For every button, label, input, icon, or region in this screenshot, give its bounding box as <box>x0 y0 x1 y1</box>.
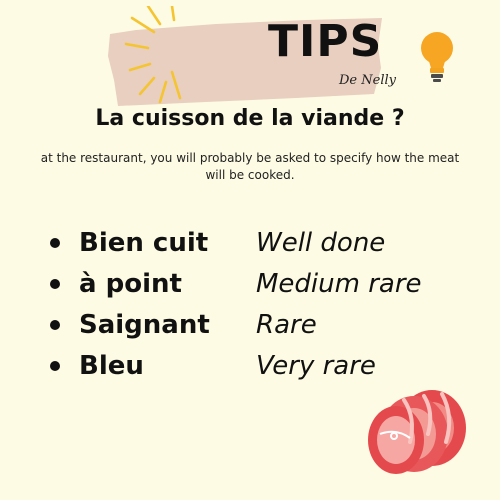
page-heading: La cuisson de la viande ? <box>95 106 405 131</box>
light-bulb-icon <box>421 32 453 82</box>
bullet <box>50 319 60 330</box>
list-item: Bleu Very rare <box>50 345 422 386</box>
english-translation: Medium rare <box>256 268 422 299</box>
bullet <box>50 360 60 371</box>
meat-roast-icon <box>368 390 466 474</box>
english-translation: Rare <box>256 309 317 340</box>
tips-title: TIPS <box>268 16 383 67</box>
bullet <box>50 237 60 248</box>
english-translation: Well done <box>256 227 386 258</box>
tips-banner: TIPS De Nelly <box>96 6 453 110</box>
vocabulary-list: Bien cuit Well done à point Medium rare … <box>50 222 422 386</box>
french-term: Bien cuit <box>79 227 209 258</box>
intro-text: at the restaurant, you will probably be … <box>40 151 460 182</box>
list-item: à point Medium rare <box>50 263 422 304</box>
bullet <box>50 278 60 289</box>
english-translation: Very rare <box>256 350 376 381</box>
tips-author: De Nelly <box>339 73 396 88</box>
list-item: Bien cuit Well done <box>50 222 422 263</box>
french-term: Saignant <box>79 309 210 340</box>
list-item: Saignant Rare <box>50 304 422 345</box>
french-term: à point <box>79 268 182 299</box>
french-term: Bleu <box>79 350 144 381</box>
